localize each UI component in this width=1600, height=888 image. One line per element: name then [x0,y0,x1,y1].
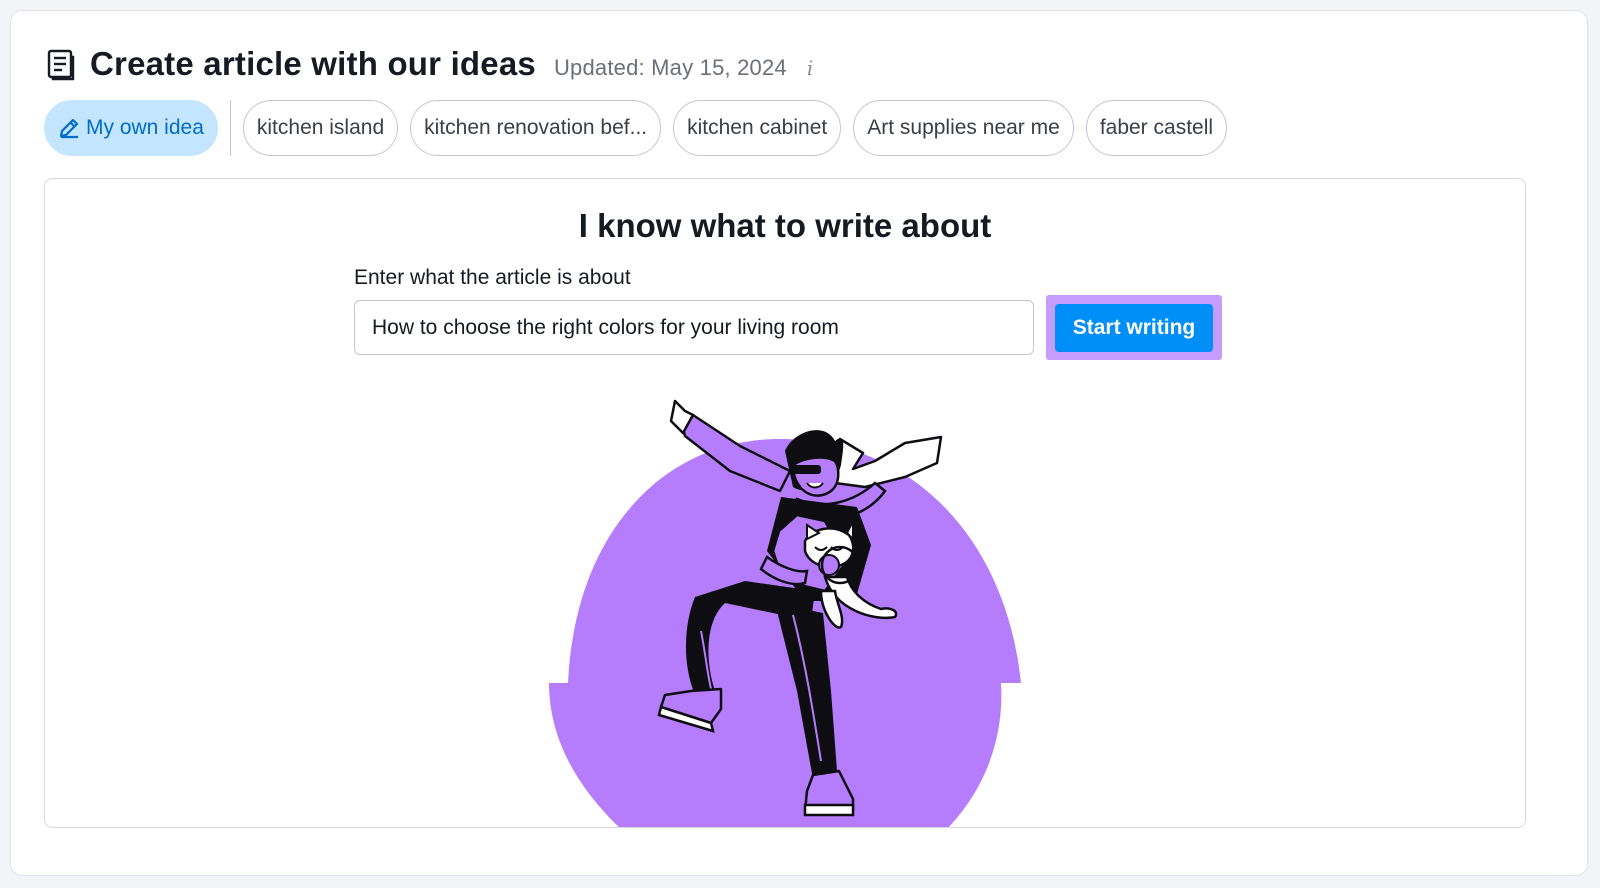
idea-chips: My own idea kitchen island kitchen renov… [44,100,1239,156]
chip-label: Art supplies near me [867,116,1060,139]
chip-label: kitchen renovation bef... [424,116,648,139]
start-writing-button[interactable]: Start writing [1055,303,1213,352]
topic-input[interactable] [354,300,1034,355]
header: Create article with our ideas Updated: M… [46,45,813,85]
topic-field-label: Enter what the article is about [354,266,631,289]
chip-label: kitchen cabinet [687,116,828,139]
article-ideas-card: Create article with our ideas Updated: M… [10,10,1588,876]
info-icon[interactable]: i [807,56,813,80]
own-idea-panel: I know what to write about Enter what th… [44,178,1526,828]
start-writing-highlight: Start writing [1046,295,1222,360]
page-title: Create article with our ideas [90,45,536,82]
chip-art-supplies[interactable]: Art supplies near me [853,100,1074,156]
chip-kitchen-island[interactable]: kitchen island [242,100,399,156]
pencil-icon [59,118,79,139]
panel-heading: I know what to write about [578,207,992,244]
chip-label: My own idea [86,116,204,139]
chip-faber-castell[interactable]: faber castell [1085,100,1228,156]
chip-kitchen-cabinet[interactable]: kitchen cabinet [673,100,842,156]
chip-label: kitchen island [256,116,385,139]
chip-label: faber castell [1099,116,1214,139]
chip-my-own-idea[interactable]: My own idea [44,100,218,156]
chip-divider [229,100,231,156]
document-icon [47,49,75,81]
updated-date: Updated: May 15, 2024 [553,55,787,80]
person-with-cat-illustration [549,399,1021,827]
chip-kitchen-renovation[interactable]: kitchen renovation bef... [410,100,662,156]
